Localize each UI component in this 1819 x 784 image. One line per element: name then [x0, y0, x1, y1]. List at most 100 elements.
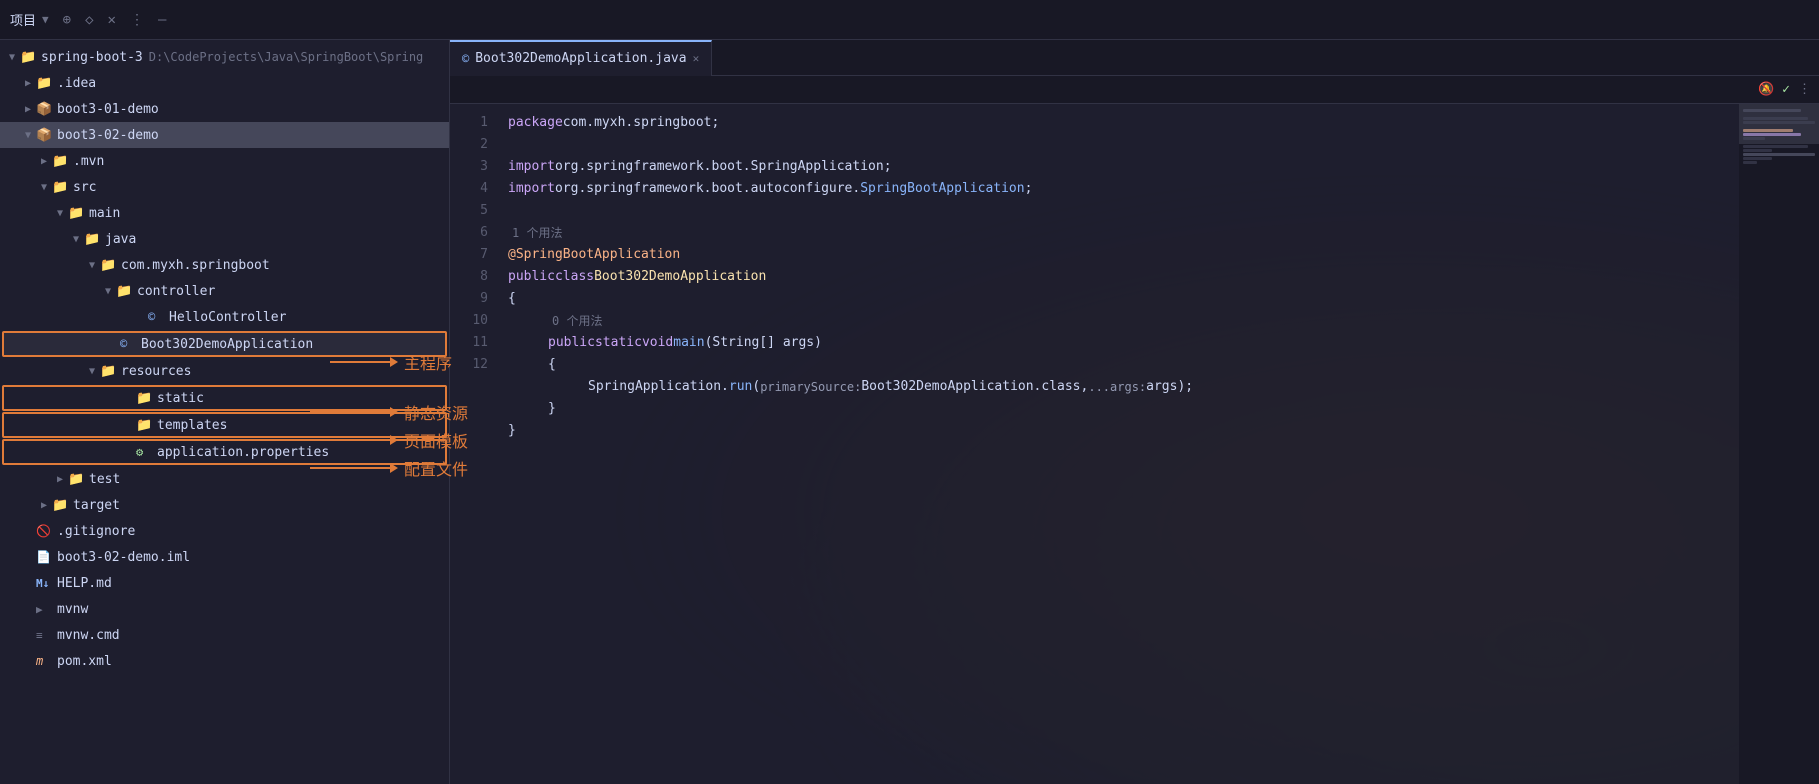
- code-line-2: [508, 134, 1739, 156]
- chevron-down-icon[interactable]: ▼: [42, 13, 49, 26]
- sidebar-item-target[interactable]: ▶ 📁 target: [0, 492, 449, 518]
- sidebar-item-label: .mvn: [73, 154, 104, 169]
- sidebar-item-iml[interactable]: 📄 boot3-02-demo.iml: [0, 544, 449, 570]
- eye-slash-icon[interactable]: 🔕: [1758, 82, 1774, 97]
- project-title[interactable]: 项目: [10, 10, 36, 29]
- more-vert-icon[interactable]: ⋮: [1798, 82, 1811, 97]
- arrow-icon: ▼: [4, 52, 20, 63]
- code-text: ;: [1025, 178, 1033, 200]
- sidebar-item-help-md[interactable]: M↓ HELP.md: [0, 570, 449, 596]
- sidebar-item-label: HELP.md: [57, 576, 112, 591]
- sidebar-item-static[interactable]: 📁 static: [2, 385, 447, 411]
- editor-area: © Boot302DemoApplication.java ✕ 🔕 ✓ ⋮ 1 …: [450, 40, 1819, 784]
- sidebar-item-mvn[interactable]: ▶ 📁 .mvn: [0, 148, 449, 174]
- sidebar-item-resources[interactable]: ▼ 📁 resources: [0, 358, 449, 384]
- md-icon: M↓: [36, 577, 54, 590]
- folder-icon: 📁: [36, 76, 54, 91]
- sync-icon[interactable]: ⊕: [63, 12, 71, 28]
- editor-tab-boot302[interactable]: © Boot302DemoApplication.java ✕: [450, 40, 712, 76]
- sidebar-item-mvnw-cmd[interactable]: ≡ mvnw.cmd: [0, 622, 449, 648]
- code-editor[interactable]: package com.myxh.springboot; import org.…: [500, 104, 1739, 784]
- arrow-icon: ▼: [20, 130, 36, 141]
- sidebar-item-main[interactable]: ▼ 📁 main: [0, 200, 449, 226]
- check-icon[interactable]: ✓: [1782, 82, 1790, 97]
- more-icon[interactable]: ⋮: [130, 12, 144, 28]
- code-line-12: }: [508, 398, 1739, 420]
- minimap: [1739, 104, 1819, 784]
- minimap-line: [1743, 157, 1772, 160]
- sidebar-item-label: application.properties: [157, 445, 329, 460]
- code-line-5: [508, 200, 1739, 222]
- code-line-3: import org.springframework.boot.SpringAp…: [508, 156, 1739, 178]
- sidebar-item-idea[interactable]: ▶ 📁 .idea: [0, 70, 449, 96]
- minimap-line: [1743, 145, 1808, 148]
- keyword: class: [555, 266, 594, 288]
- minimize-icon[interactable]: —: [158, 12, 166, 28]
- sidebar-item-package[interactable]: ▼ 📁 com.myxh.springboot: [0, 252, 449, 278]
- folder-icon: 📁: [52, 180, 70, 195]
- minimap-line: [1743, 161, 1757, 164]
- sidebar-item-src[interactable]: ▼ 📁 src: [0, 174, 449, 200]
- diamond-icon[interactable]: ◇: [85, 12, 93, 28]
- sidebar-item-mvnw[interactable]: ▶ mvnw: [0, 596, 449, 622]
- code-text: args);: [1146, 376, 1193, 398]
- sidebar-item-pom-xml[interactable]: m pom.xml: [0, 648, 449, 674]
- arrow-icon: ▼: [36, 182, 52, 193]
- sidebar-item-label: .gitignore: [57, 524, 135, 539]
- code-text: {: [548, 354, 556, 376]
- line-numbers: 1 2 3 4 5 6 7 8 9 10 11 12: [450, 104, 500, 784]
- sidebar-item-application-properties[interactable]: ⚙ application.properties: [2, 439, 447, 465]
- keyword: static: [595, 332, 642, 354]
- code-content: 1 2 3 4 5 6 7 8 9 10 11 12: [450, 104, 1819, 784]
- keyword: void: [642, 332, 673, 354]
- code-usage-hint-2: 0 个用法: [508, 310, 1739, 332]
- code-line-4: import org.springframework.boot.autoconf…: [508, 178, 1739, 200]
- folder-icon: 📁: [52, 498, 70, 513]
- package-icon: 📁: [100, 258, 118, 273]
- folder-icon: 📁: [68, 206, 86, 221]
- sidebar-item-label: src: [73, 180, 96, 195]
- script-icon: ▶: [36, 603, 54, 616]
- sidebar-item-label: boot3-01-demo: [57, 102, 159, 117]
- close-icon[interactable]: ✕: [108, 12, 116, 28]
- arrow-icon: ▶: [36, 156, 52, 167]
- code-text: Boot302DemoApplication.class,: [861, 376, 1088, 398]
- sidebar-item-label: Boot302DemoApplication: [141, 337, 313, 352]
- top-bar-left: 项目 ▼ ⊕ ◇ ✕ ⋮ —: [10, 10, 460, 29]
- keyword: public: [508, 266, 555, 288]
- sidebar-item-hello-controller[interactable]: © HelloController: [0, 304, 449, 330]
- arrow-icon: ▼: [84, 260, 100, 271]
- sidebar-item-boot3-01-demo[interactable]: ▶ 📦 boot3-01-demo: [0, 96, 449, 122]
- sidebar-item-boot302-application[interactable]: © Boot302DemoApplication: [2, 331, 447, 357]
- sidebar-item-label: pom.xml: [57, 654, 112, 669]
- minimap-line: [1743, 149, 1772, 152]
- class-icon: ©: [148, 310, 166, 324]
- usage-text: 0 个用法: [552, 310, 602, 332]
- code-line-13: }: [508, 420, 1739, 442]
- module-icon: 📦: [36, 102, 54, 117]
- keyword: import: [508, 156, 555, 178]
- tab-close-button[interactable]: ✕: [693, 52, 700, 65]
- sidebar-item-test[interactable]: ▶ 📁 test: [0, 466, 449, 492]
- sidebar-item-gitignore[interactable]: 🚫 .gitignore: [0, 518, 449, 544]
- arrow-icon: ▼: [84, 366, 100, 377]
- sidebar-item-controller[interactable]: ▼ 📁 controller: [0, 278, 449, 304]
- arrow-icon: ▶: [36, 500, 52, 511]
- folder-icon: 📁: [20, 50, 38, 65]
- code-text: (String[] args): [705, 332, 822, 354]
- sidebar-item-templates[interactable]: 📁 templates: [2, 412, 447, 438]
- folder-icon: 📁: [84, 232, 102, 247]
- code-usage-hint-1: 1 个用法: [508, 222, 1739, 244]
- code-line-8: {: [508, 288, 1739, 310]
- sidebar-item-boot3-02-demo[interactable]: ▼ 📦 boot3-02-demo: [0, 122, 449, 148]
- iml-icon: 📄: [36, 550, 54, 564]
- main-layout: ▼ 📁 spring-boot-3 D:\CodeProjects\Java\S…: [0, 40, 1819, 784]
- arrow-icon: ▼: [100, 286, 116, 297]
- spring-annotation: @SpringBootApplication: [508, 244, 680, 266]
- sidebar-item-label: resources: [121, 364, 191, 379]
- keyword: package: [508, 112, 563, 134]
- sidebar-item-spring-boot-3[interactable]: ▼ 📁 spring-boot-3 D:\CodeProjects\Java\S…: [0, 44, 449, 70]
- sidebar-item-label: mvnw: [57, 602, 88, 617]
- sidebar-item-java[interactable]: ▼ 📁 java: [0, 226, 449, 252]
- class-name: Boot302DemoApplication: [594, 266, 766, 288]
